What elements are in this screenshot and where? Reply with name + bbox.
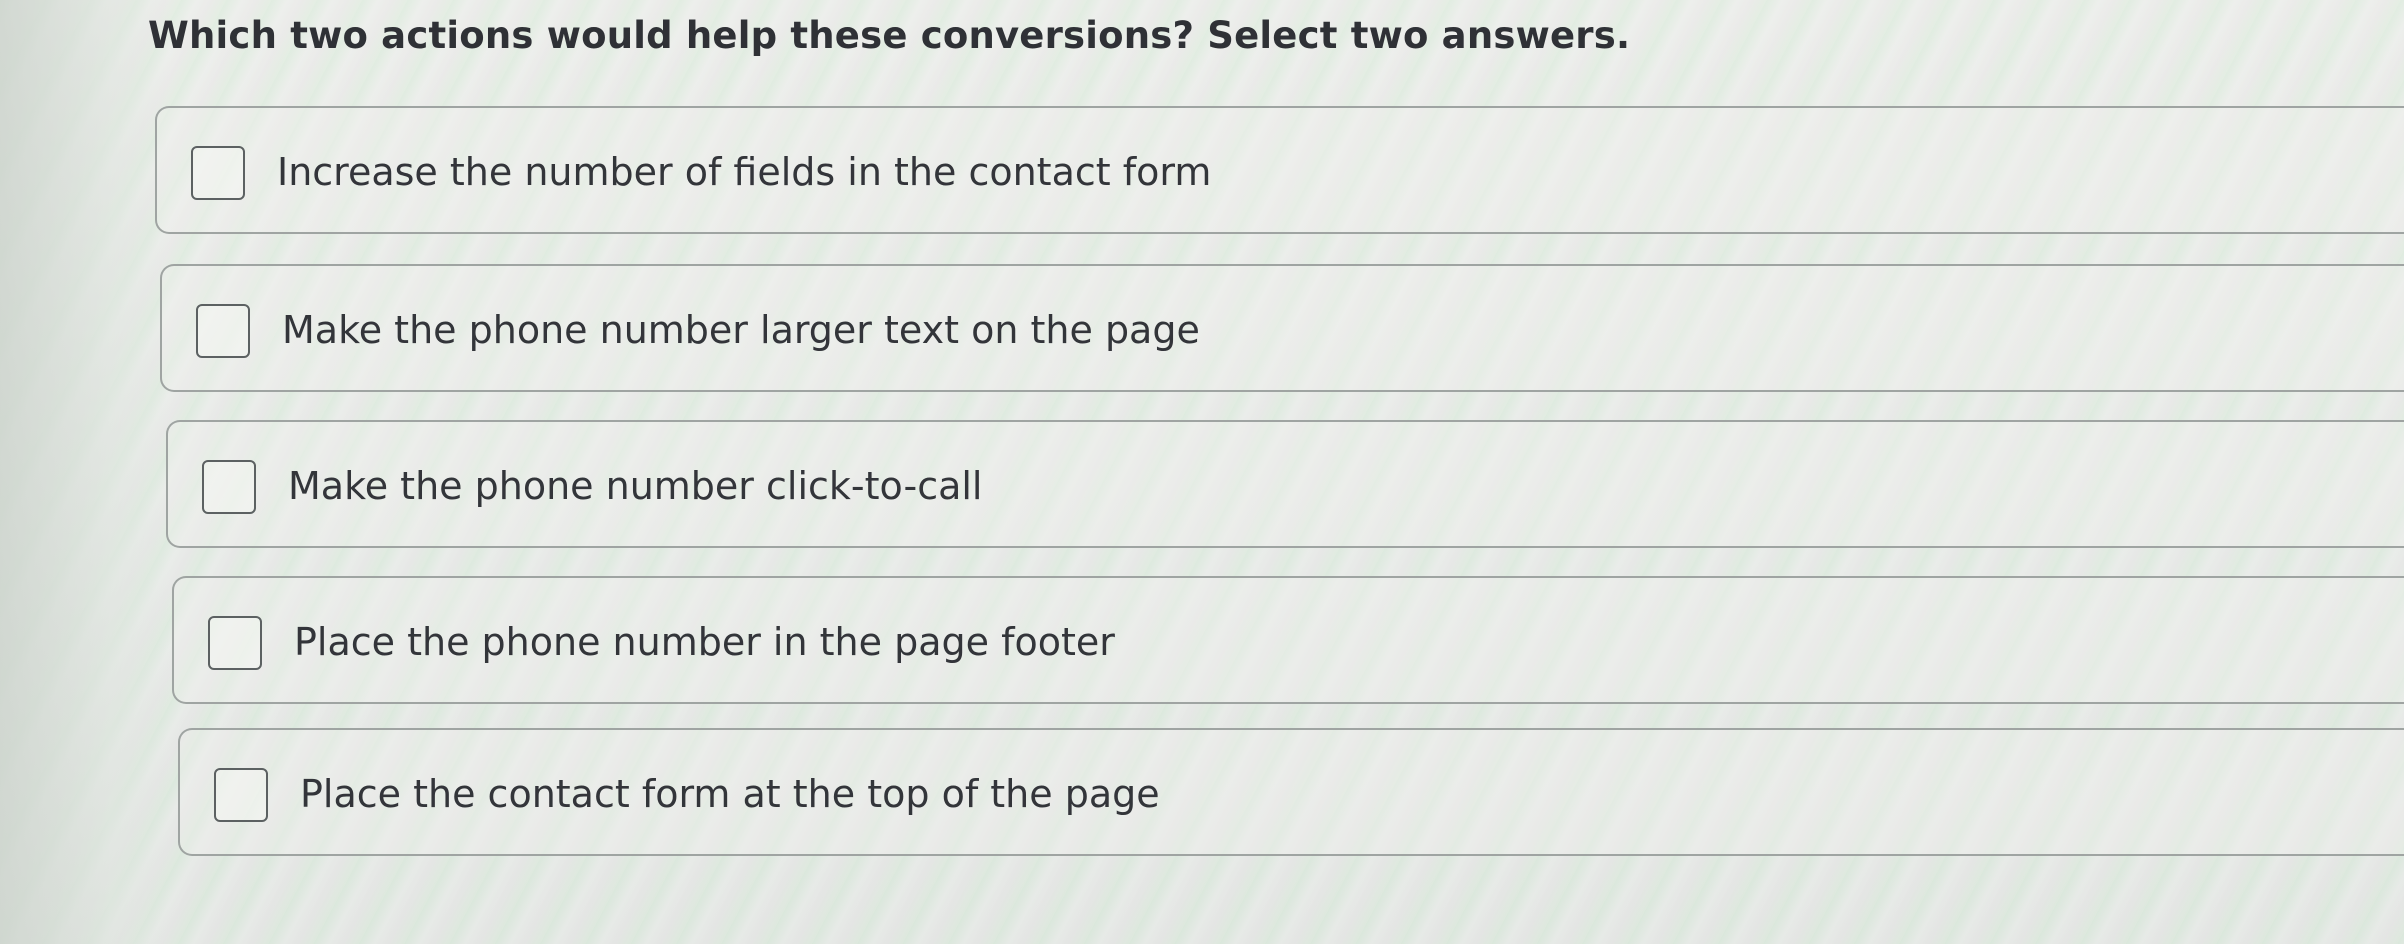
answer-option-2-label: Make the phone number larger text on the…	[282, 308, 1200, 352]
answer-option-4-label: Place the phone number in the page foote…	[294, 620, 1115, 664]
checkbox-1[interactable]	[191, 146, 245, 200]
answer-option-4[interactable]: Place the phone number in the page foote…	[172, 576, 2404, 704]
checkbox-4[interactable]	[208, 616, 262, 670]
answer-option-3-label: Make the phone number click-to-call	[288, 464, 983, 508]
checkbox-5[interactable]	[214, 768, 268, 822]
answer-option-1-label: Increase the number of fields in the con…	[277, 150, 1212, 194]
answer-option-2[interactable]: Make the phone number larger text on the…	[160, 264, 2404, 392]
checkbox-2[interactable]	[196, 304, 250, 358]
answer-option-1[interactable]: Increase the number of fields in the con…	[155, 106, 2404, 234]
answer-option-3[interactable]: Make the phone number click-to-call	[166, 420, 2404, 548]
answer-option-5[interactable]: Place the contact form at the top of the…	[178, 728, 2404, 856]
question-prompt: Which two actions would help these conve…	[148, 14, 1631, 57]
checkbox-3[interactable]	[202, 460, 256, 514]
answer-option-5-label: Place the contact form at the top of the…	[300, 772, 1160, 816]
